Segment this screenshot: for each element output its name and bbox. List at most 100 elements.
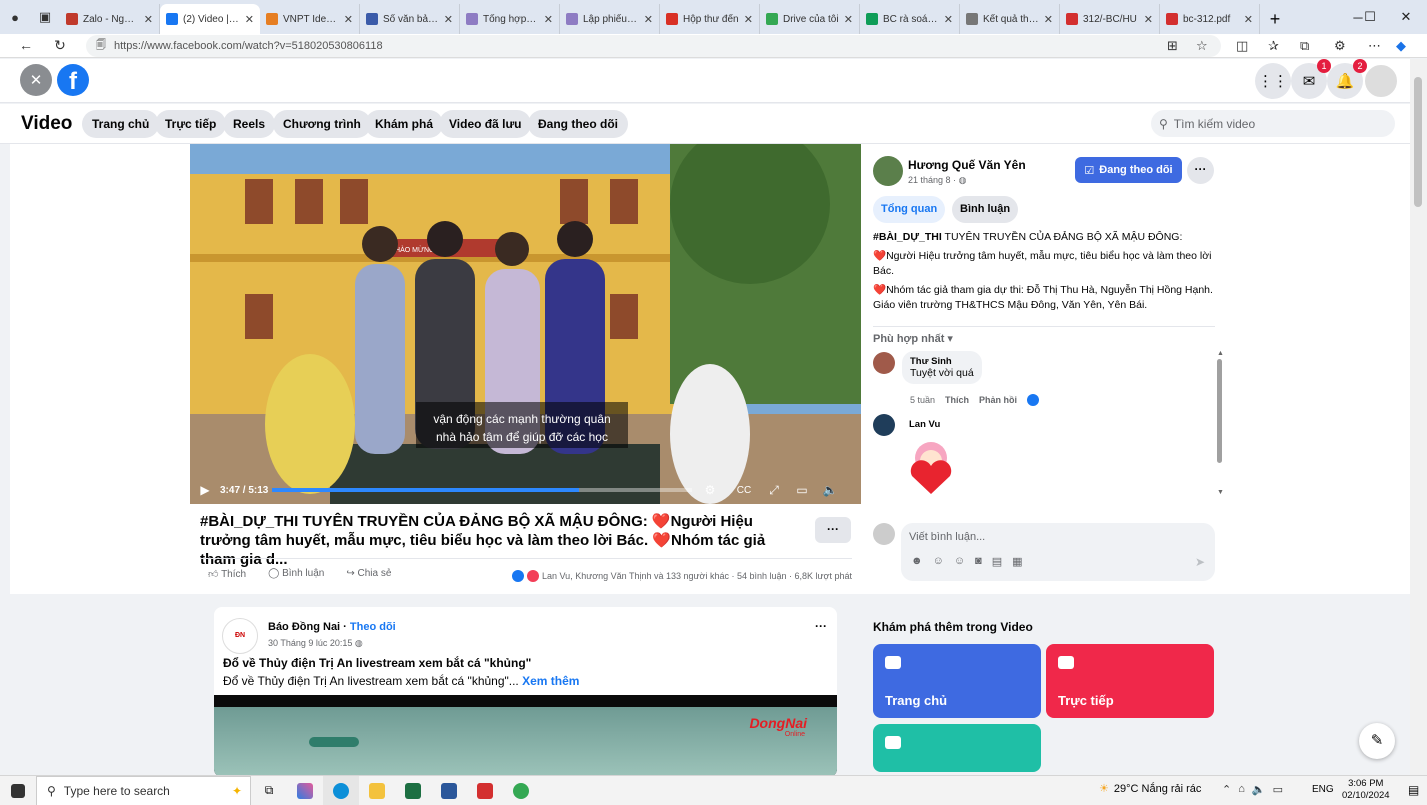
play-icon[interactable]: ▶	[190, 483, 220, 497]
volume-icon[interactable]: 🔈	[816, 483, 844, 497]
edge-icon[interactable]	[323, 775, 359, 805]
favorite-star-icon[interactable]: ☆	[1196, 38, 1208, 54]
menu-grid-icon[interactable]: ⋮⋮	[1255, 63, 1291, 99]
hashtag-link[interactable]: #BÀI_DỰ_THI	[873, 231, 942, 243]
video-nav-item[interactable]: Đang theo dõi	[528, 110, 628, 138]
weather-widget[interactable]: ☀ 29°C Nắng rải rác	[1099, 782, 1201, 796]
tab-close-icon[interactable]: ✕	[444, 13, 453, 26]
windows-start-icon[interactable]	[0, 776, 36, 805]
app-available-icon[interactable]: ⊞	[1167, 38, 1178, 54]
close-window-button[interactable]: ✕	[1385, 0, 1427, 34]
explore-reels-tile[interactable]	[873, 724, 1041, 772]
comment-author[interactable]: Thư Sinh	[910, 356, 974, 367]
camera-icon[interactable]: ◙	[975, 555, 982, 568]
split-screen-icon[interactable]: ◫	[1236, 38, 1248, 54]
browser-tab[interactable]: VNPT Identity ✕	[260, 4, 360, 34]
word-icon[interactable]	[431, 776, 467, 805]
language-indicator[interactable]: ENG	[1312, 784, 1334, 795]
see-more-link[interactable]: Xem thêm	[522, 674, 579, 688]
feed-page-name[interactable]: Báo Đồng Nai	[268, 621, 340, 633]
video-nav-item[interactable]: Trang chủ	[82, 110, 160, 138]
post-more-button[interactable]: ···	[815, 517, 851, 543]
page-avatar[interactable]	[873, 156, 903, 186]
copilot-icon[interactable]	[287, 776, 323, 805]
browser-tab[interactable]: BC rà soát vă ✕	[860, 4, 960, 34]
task-view-icon[interactable]: ⧉	[251, 776, 287, 805]
browser-tab[interactable]: Zalo - Nguyễ ✕	[60, 4, 160, 34]
new-message-icon[interactable]: ✎	[1359, 723, 1395, 759]
page-scrollbar[interactable]	[1410, 59, 1427, 775]
maximize-button[interactable]: ☐	[1350, 0, 1390, 34]
tab-close-icon[interactable]: ✕	[245, 13, 254, 26]
tray-icons[interactable]: ⌃ ⌂ 🔈 ▭	[1222, 783, 1283, 796]
tab-close-icon[interactable]: ✕	[744, 13, 753, 26]
browser-tab[interactable]: Sổ văn bản đi ✕	[360, 4, 460, 34]
browser-tab[interactable]: 312/-BC/HU ✕	[1060, 4, 1160, 34]
feed-follow-link[interactable]: Theo dõi	[350, 621, 396, 633]
url-text[interactable]: https://www.facebook.com/watch?v=5180205…	[114, 40, 383, 52]
settings-icon[interactable]: ⚙	[692, 483, 728, 497]
sticker-icon[interactable]: ▦	[1012, 555, 1022, 568]
tab-close-icon[interactable]: ✕	[644, 13, 653, 26]
favorites-icon[interactable]: ✰	[1268, 38, 1279, 54]
more-dots-icon[interactable]: ⋯	[1368, 38, 1381, 54]
browser-tab[interactable]: Tổng hợp thu ✕	[460, 4, 560, 34]
notification-bell-icon[interactable]: 🔔 2	[1327, 59, 1367, 99]
video-player[interactable]: CHÀO MỪNG NGÀY vận động các mạnh thường …	[190, 144, 861, 504]
browser-tab[interactable]: Lập phiếu thu ✕	[560, 4, 660, 34]
captions-icon[interactable]: CC	[728, 485, 760, 496]
video-nav-item[interactable]: Khám phá	[365, 110, 444, 138]
browser-tab[interactable]: Drive của tôi ✕	[760, 4, 860, 34]
emoji-icon[interactable]: ☺	[933, 555, 944, 568]
taskbar-search[interactable]: ⚲ Type here to search ✦	[36, 775, 251, 805]
following-button[interactable]: ☑ Đang theo dõi	[1075, 157, 1182, 183]
tab-overview[interactable]: Tổng quan	[873, 196, 946, 223]
browser-tab[interactable]: (2) Video | Fa ✕	[160, 4, 260, 34]
video-nav-item[interactable]: Trực tiếp	[155, 110, 227, 138]
browser-tab[interactable]: Hộp thư đến ✕	[660, 4, 760, 34]
clock[interactable]: 3:06 PM 02/10/2024	[1342, 778, 1390, 802]
tab-close-icon[interactable]: ✕	[544, 13, 553, 26]
fullscreen-icon[interactable]: ⤢	[760, 483, 788, 498]
comment-button[interactable]: ◯ Bình luận	[268, 568, 324, 580]
close-icon[interactable]: ✕	[20, 64, 52, 96]
search-video-input[interactable]: ⚲ Tìm kiếm video	[1151, 110, 1395, 137]
tab-close-icon[interactable]: ✕	[144, 13, 153, 26]
tab-close-icon[interactable]: ✕	[844, 13, 853, 26]
avatar-sticker-icon[interactable]: ☻	[911, 555, 923, 568]
share-button[interactable]: ↪ Chia sẻ	[346, 568, 391, 580]
post-stats[interactable]: Lan Vu, Khương Văn Thịnh và 133 người kh…	[512, 570, 852, 582]
sort-dropdown[interactable]: Phù hợp nhất ▾	[873, 332, 953, 345]
collections-icon[interactable]: ⧉	[1300, 38, 1309, 54]
pip-icon[interactable]: ▭	[788, 483, 816, 497]
profile-icon[interactable]: ●	[0, 0, 30, 34]
facebook-logo-icon[interactable]: f	[57, 64, 89, 96]
smile-icon[interactable]: ☺	[954, 555, 965, 568]
tab-close-icon[interactable]: ✕	[1144, 13, 1153, 26]
tab-close-icon[interactable]: ✕	[344, 13, 353, 26]
gif-icon[interactable]: ▤	[992, 555, 1002, 568]
comments-scrollbar[interactable]: ▲ ▼	[1217, 350, 1224, 505]
avatar[interactable]	[873, 414, 895, 436]
chrome-icon[interactable]	[503, 776, 539, 805]
file-explorer-icon[interactable]	[359, 776, 395, 805]
video-nav-item[interactable]: Chương trình	[273, 110, 371, 138]
tab-actions-icon[interactable]: ▣	[30, 0, 60, 34]
video-nav-item[interactable]: Reels	[223, 110, 276, 138]
back-icon[interactable]: ←	[16, 37, 36, 53]
notification-center-icon[interactable]: ▤	[1408, 783, 1419, 797]
excel-icon[interactable]	[395, 776, 431, 805]
tab-close-icon[interactable]: ✕	[1044, 13, 1053, 26]
explore-live-tile[interactable]: Trực tiếp	[1046, 644, 1214, 718]
page-logo[interactable]: ĐN	[222, 618, 258, 654]
tab-close-icon[interactable]: ✕	[944, 13, 953, 26]
refresh-icon[interactable]: ↻	[50, 37, 70, 54]
browser-tab[interactable]: Kết quả thực ✕	[960, 4, 1060, 34]
comment-like[interactable]: Thích	[945, 395, 969, 405]
send-icon[interactable]: ➤	[1195, 555, 1205, 569]
side-more-button[interactable]: ···	[1187, 157, 1214, 184]
tab-close-icon[interactable]: ✕	[1244, 13, 1253, 26]
feed-more-button[interactable]: ···	[815, 619, 827, 633]
app-icon[interactable]	[467, 776, 503, 805]
explore-home-tile[interactable]: Trang chủ	[873, 644, 1041, 718]
